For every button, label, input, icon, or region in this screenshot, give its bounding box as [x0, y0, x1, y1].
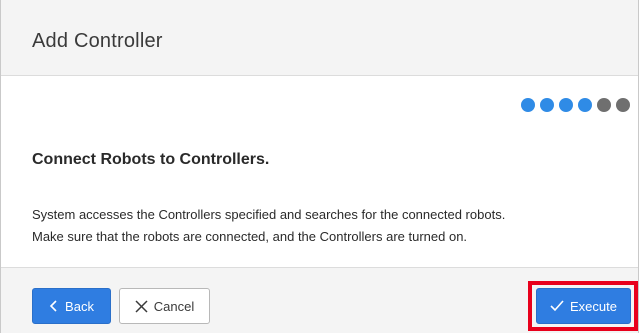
step-dot-4	[578, 98, 592, 112]
dialog-header: Add Controller	[1, 0, 638, 76]
check-icon	[550, 300, 564, 312]
description-line-1: System accesses the Controllers specifie…	[32, 207, 506, 222]
description-line-2: Make sure that the robots are connected,…	[32, 229, 468, 244]
cancel-button-label: Cancel	[153, 298, 195, 314]
step-dot-2	[540, 98, 554, 112]
dialog-footer: Back Cancel Execute	[1, 267, 638, 333]
step-dot-3	[559, 98, 573, 112]
execute-button-label: Execute	[570, 298, 617, 314]
close-icon	[135, 299, 148, 313]
chevron-left-icon	[49, 300, 59, 312]
step-progress-indicator	[521, 98, 630, 112]
add-controller-dialog: Add Controller Connect Robots to Control…	[0, 0, 639, 333]
step-description: System accesses the Controllers specifie…	[32, 204, 632, 248]
step-dot-6	[616, 98, 630, 112]
execute-button[interactable]: Execute	[536, 288, 631, 324]
cancel-button[interactable]: Cancel	[119, 288, 210, 324]
dialog-title: Add Controller	[32, 30, 163, 52]
back-button[interactable]: Back	[32, 288, 111, 324]
back-button-label: Back	[65, 298, 94, 314]
step-dot-5	[597, 98, 611, 112]
step-dot-1	[521, 98, 535, 112]
step-heading: Connect Robots to Controllers.	[32, 151, 270, 168]
